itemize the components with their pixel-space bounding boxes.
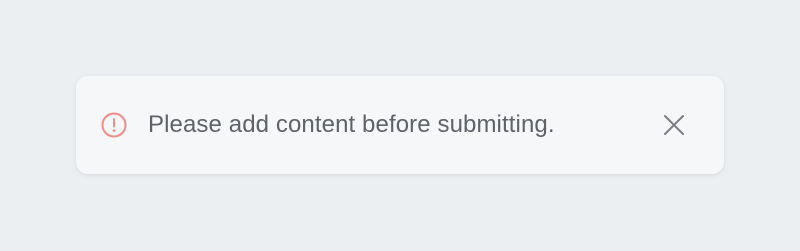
alert-circle-icon — [101, 112, 127, 138]
error-toast: Please add content before submitting. — [76, 76, 724, 174]
toast-message: Please add content before submitting. — [148, 111, 555, 138]
close-button[interactable] — [660, 111, 688, 139]
close-icon — [664, 115, 684, 135]
